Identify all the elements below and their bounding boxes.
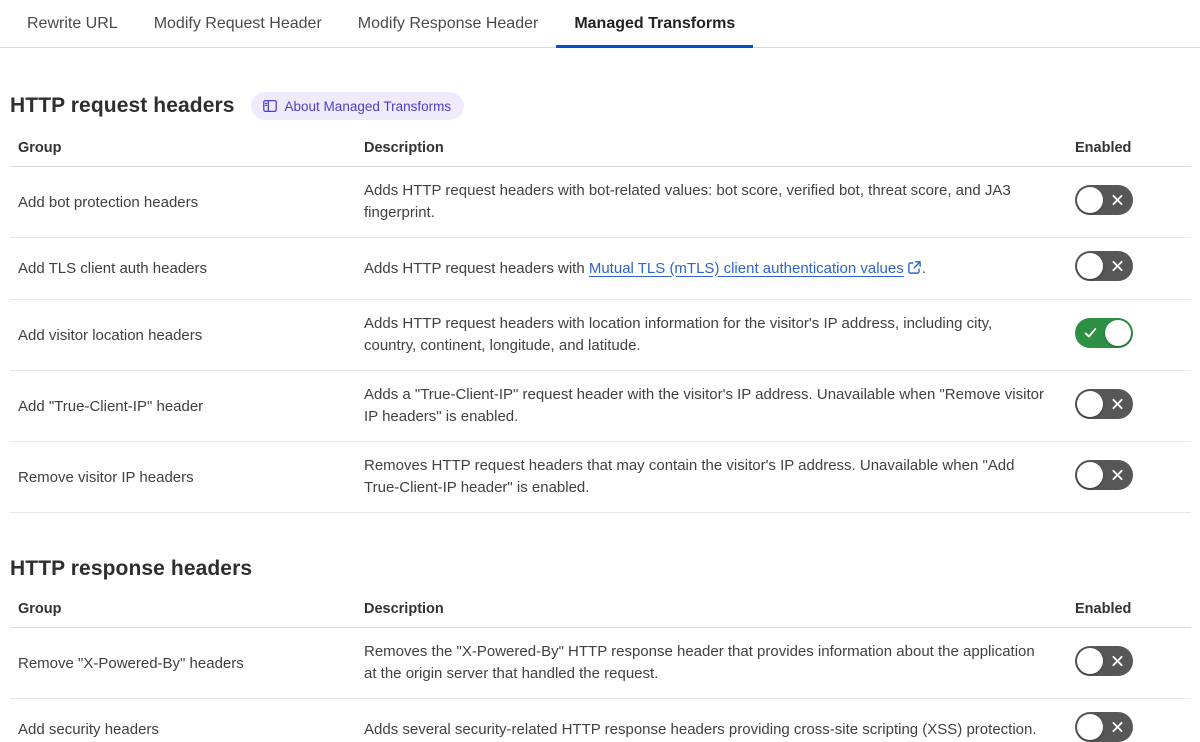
x-icon xyxy=(1111,260,1124,273)
toggle-add-security-headers-off[interactable] xyxy=(1075,712,1133,742)
toggle-add-bot-protection-headers-off[interactable] xyxy=(1075,184,1133,215)
row-description: Adds HTTP request headers with location … xyxy=(364,299,1075,371)
request-section-title: HTTP request headers xyxy=(10,94,235,117)
toggle-add-tls-client-auth-headers-off[interactable] xyxy=(1075,251,1133,281)
row-group-label: Remove "X-Powered-By" headers xyxy=(10,627,364,699)
x-icon xyxy=(1111,193,1124,206)
x-icon xyxy=(1111,397,1124,410)
row-group-label: Add visitor location headers xyxy=(10,299,364,371)
row-enabled-cell xyxy=(1075,299,1191,371)
row-enabled-cell xyxy=(1075,166,1191,238)
x-icon xyxy=(1111,654,1124,667)
toggle-remove-visitor-ip-headers-off[interactable] xyxy=(1075,459,1133,490)
row-enabled-cell xyxy=(1075,370,1191,442)
tab-modify-response-header[interactable]: Modify Response Header xyxy=(340,0,557,47)
external-link-icon[interactable] xyxy=(904,260,922,277)
request-headers-table: Group Description Enabled Add bot protec… xyxy=(10,134,1191,513)
toggle-knob xyxy=(1077,714,1103,740)
x-icon xyxy=(1111,721,1124,734)
check-icon xyxy=(1084,326,1097,339)
response-section-title: HTTP response headers xyxy=(10,557,253,580)
row-group-label: Remove visitor IP headers xyxy=(10,441,364,513)
request-headers-section: HTTP request headers About Managed Trans… xyxy=(10,92,1191,513)
row-description: Removes the "X-Powered-By" HTTP response… xyxy=(364,627,1075,699)
about-managed-transforms-link[interactable]: About Managed Transforms xyxy=(250,92,465,120)
request-section-header: HTTP request headers About Managed Trans… xyxy=(10,92,1191,120)
toggle-add-visitor-location-headers-on[interactable] xyxy=(1075,317,1133,348)
row-group-label: Add "True-Client-IP" header xyxy=(10,370,364,442)
table-row: Add security headers Adds several securit… xyxy=(10,698,1191,742)
toggle-knob xyxy=(1105,319,1131,346)
response-headers-section: HTTP response headers Group Description … xyxy=(10,557,1191,742)
about-chip-label: About Managed Transforms xyxy=(284,98,452,114)
toggle-knob xyxy=(1077,253,1103,279)
toggle-add-true-client-ip-header-off[interactable] xyxy=(1075,388,1133,419)
row-enabled-cell xyxy=(1075,698,1191,742)
table-row: Add TLS client auth headers Adds HTTP req… xyxy=(10,237,1191,300)
response-headers-table: Group Description Enabled Remove "X-Powe… xyxy=(10,595,1191,742)
column-header-group: Group xyxy=(10,595,364,628)
row-description: Adds a "True-Client-IP" request header w… xyxy=(364,370,1075,442)
row-group-label: Add security headers xyxy=(10,698,364,742)
column-header-description: Description xyxy=(364,134,1075,167)
table-row: Add "True-Client-IP" header Adds a "True-… xyxy=(10,370,1191,442)
response-section-header: HTTP response headers xyxy=(10,557,1191,581)
row-group-label: Add TLS client auth headers xyxy=(10,237,364,300)
book-icon xyxy=(262,98,278,114)
column-header-enabled: Enabled xyxy=(1075,595,1191,628)
row-description: Adds several security-related HTTP respo… xyxy=(364,698,1075,742)
row-enabled-cell xyxy=(1075,441,1191,513)
row-description: Removes HTTP request headers that may co… xyxy=(364,441,1075,513)
column-header-group: Group xyxy=(10,134,364,167)
table-header-row: Group Description Enabled xyxy=(10,595,1191,628)
row-description: Adds HTTP request headers with bot-relat… xyxy=(364,166,1075,238)
row-group-label: Add bot protection headers xyxy=(10,166,364,238)
toggle-knob xyxy=(1077,390,1103,417)
description-link[interactable]: Mutual TLS (mTLS) client authentication … xyxy=(589,260,904,277)
row-description: Adds HTTP request headers with Mutual TL… xyxy=(364,237,1075,300)
toggle-knob xyxy=(1077,647,1103,674)
table-row: Remove visitor IP headers Removes HTTP re… xyxy=(10,441,1191,513)
table-row: Add bot protection headers Adds HTTP requ… xyxy=(10,166,1191,238)
toggle-knob xyxy=(1077,186,1103,213)
toggle-remove-x-powered-by-headers-off[interactable] xyxy=(1075,645,1133,676)
table-row: Add visitor location headers Adds HTTP re… xyxy=(10,299,1191,371)
x-icon xyxy=(1111,468,1124,481)
tab-bar: Rewrite URL Modify Request Header Modify R… xyxy=(0,0,1200,48)
column-header-enabled: Enabled xyxy=(1075,134,1191,167)
tab-rewrite-url[interactable]: Rewrite URL xyxy=(9,0,136,47)
toggle-knob xyxy=(1077,461,1103,488)
table-header-row: Group Description Enabled xyxy=(10,134,1191,167)
row-enabled-cell xyxy=(1075,237,1191,300)
managed-transforms-page: HTTP request headers About Managed Trans… xyxy=(0,92,1200,742)
column-header-description: Description xyxy=(364,595,1075,628)
row-enabled-cell xyxy=(1075,627,1191,699)
tab-managed-transforms[interactable]: Managed Transforms xyxy=(556,0,754,48)
tab-modify-request-header[interactable]: Modify Request Header xyxy=(136,0,340,47)
table-row: Remove "X-Powered-By" headers Removes the… xyxy=(10,627,1191,699)
